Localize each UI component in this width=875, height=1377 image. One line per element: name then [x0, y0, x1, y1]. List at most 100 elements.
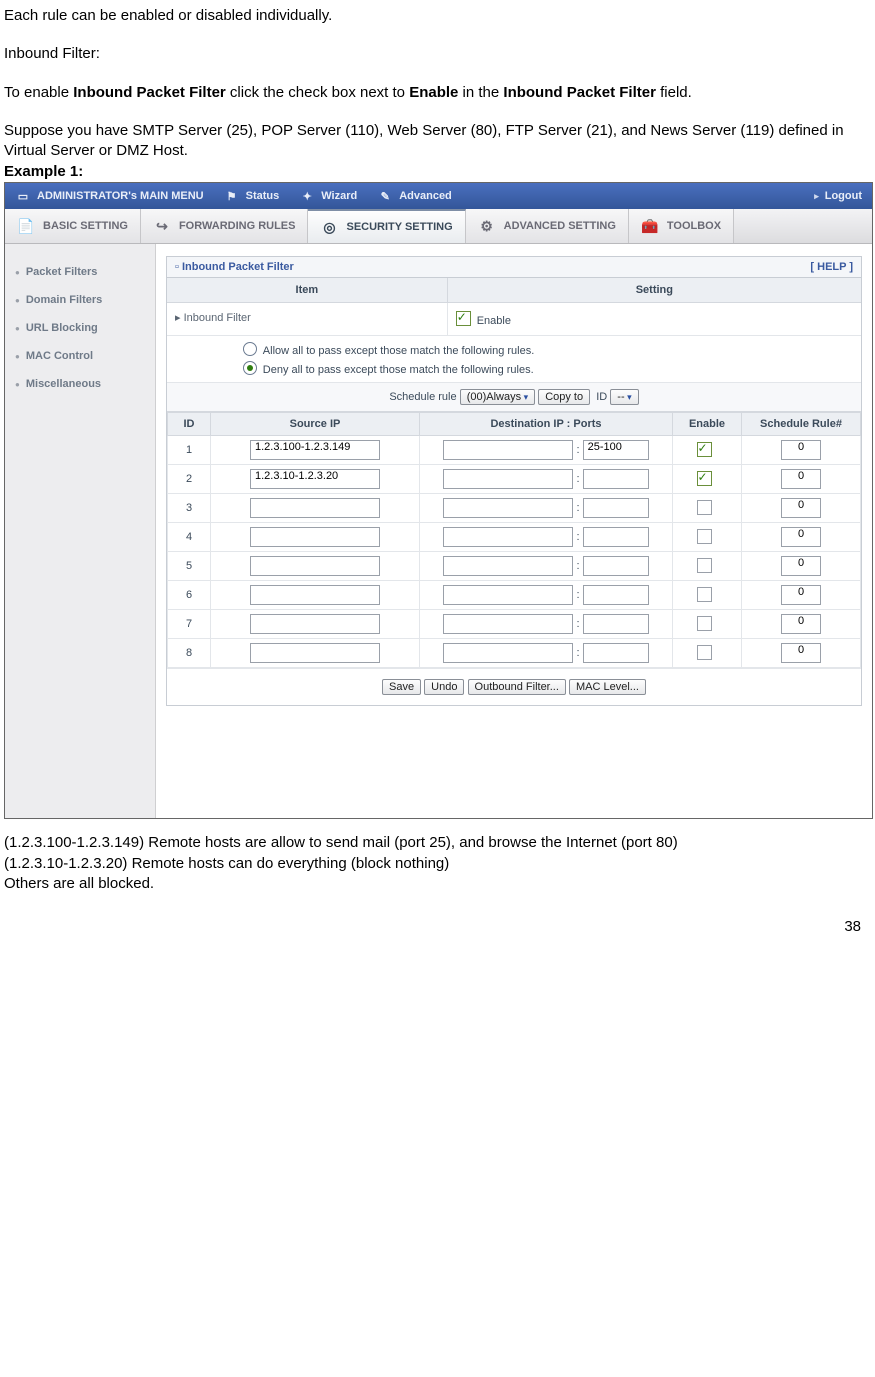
- main-menu-title: ▭ ADMINISTRATOR's MAIN MENU: [5, 190, 214, 203]
- para-enable-instructions: To enable Inbound Packet Filter click th…: [4, 83, 871, 103]
- dest-ip-input[interactable]: [443, 614, 573, 634]
- bullet-icon: ●: [15, 296, 20, 305]
- cell-id: 5: [168, 552, 211, 581]
- dest-ip-input[interactable]: [443, 440, 573, 460]
- row-enable-checkbox[interactable]: [697, 442, 712, 457]
- schedule-rule-input[interactable]: 0: [781, 556, 821, 576]
- para-range-1: (1.2.3.100-1.2.3.149) Remote hosts are a…: [4, 833, 871, 853]
- sidebar-item-packet-filters[interactable]: ●Packet Filters: [5, 258, 155, 286]
- para-inbound-filter-label: Inbound Filter:: [4, 44, 871, 64]
- router-admin-screenshot: ▭ ADMINISTRATOR's MAIN MENU ⚑ Status ✦ W…: [4, 182, 873, 819]
- tab-toolbox[interactable]: 🧰TOOLBOX: [629, 209, 734, 243]
- tab-forwarding-rules[interactable]: ↪FORWARDING RULES: [141, 209, 309, 243]
- menu-wizard[interactable]: ✦ Wizard: [289, 190, 367, 203]
- forward-icon: ↪: [153, 218, 171, 235]
- schedule-rule-input[interactable]: 0: [781, 469, 821, 489]
- row-enable-checkbox[interactable]: [697, 587, 712, 602]
- schedule-rule-input[interactable]: 0: [781, 440, 821, 460]
- copy-to-button[interactable]: Copy to: [538, 389, 590, 405]
- table-row: 8 : 0: [168, 639, 861, 668]
- sidebar-item-miscellaneous[interactable]: ●Miscellaneous: [5, 370, 155, 398]
- menu-advanced[interactable]: ✎ Advanced: [367, 190, 462, 203]
- table-row: 21.2.3.10-1.2.3.20 : 0: [168, 465, 861, 494]
- id-select[interactable]: --: [610, 389, 638, 405]
- dest-ip-input[interactable]: [443, 498, 573, 518]
- menu-logout[interactable]: ▸ Logout: [798, 190, 872, 202]
- ports-input[interactable]: [583, 527, 649, 547]
- toolbox-icon: 🧰: [641, 218, 659, 235]
- outbound-filter-button[interactable]: Outbound Filter...: [468, 679, 566, 695]
- source-ip-input[interactable]: [250, 498, 380, 518]
- rules-table: ID Source IP Destination IP : Ports Enab…: [167, 412, 861, 668]
- bullet-icon: ●: [15, 268, 20, 277]
- cell-id: 8: [168, 639, 211, 668]
- ports-input[interactable]: [583, 498, 649, 518]
- schedule-rule-input[interactable]: 0: [781, 527, 821, 547]
- id-label: ID: [596, 391, 607, 403]
- radio-allow-all[interactable]: [243, 342, 257, 356]
- schedule-rule-select[interactable]: (00)Always: [460, 389, 535, 405]
- ports-input[interactable]: [583, 614, 649, 634]
- enable-checkbox[interactable]: [456, 311, 471, 326]
- schedule-rule-input[interactable]: 0: [781, 498, 821, 518]
- para-range-2: (1.2.3.10-1.2.3.20) Remote hosts can do …: [4, 854, 871, 874]
- row-enable-checkbox[interactable]: [697, 529, 712, 544]
- cell-id: 1: [168, 436, 211, 465]
- dest-ip-input[interactable]: [443, 556, 573, 576]
- dest-ip-input[interactable]: [443, 585, 573, 605]
- row-enable-checkbox[interactable]: [697, 616, 712, 631]
- sidebar-item-domain-filters[interactable]: ●Domain Filters: [5, 286, 155, 314]
- security-icon: ◎: [320, 219, 338, 236]
- ports-input[interactable]: [583, 469, 649, 489]
- source-ip-input[interactable]: [250, 527, 380, 547]
- source-ip-input[interactable]: 1.2.3.100-1.2.3.149: [250, 440, 380, 460]
- table-row: 4 : 0: [168, 523, 861, 552]
- tab-security-setting[interactable]: ◎SECURITY SETTING: [308, 209, 465, 243]
- undo-button[interactable]: Undo: [424, 679, 464, 695]
- row-enable-checkbox[interactable]: [697, 558, 712, 573]
- source-ip-input[interactable]: 1.2.3.10-1.2.3.20: [250, 469, 380, 489]
- security-sidebar: ●Packet Filters ●Domain Filters ●URL Blo…: [5, 244, 156, 818]
- ports-input[interactable]: [583, 643, 649, 663]
- menu-status[interactable]: ⚑ Status: [214, 190, 290, 203]
- cell-id: 3: [168, 494, 211, 523]
- col-item: Item: [167, 278, 448, 302]
- table-row: 6 : 0: [168, 581, 861, 610]
- mac-level-button[interactable]: MAC Level...: [569, 679, 646, 695]
- row-enable-checkbox[interactable]: [697, 645, 712, 660]
- source-ip-input[interactable]: [250, 585, 380, 605]
- schedule-rule-input[interactable]: 0: [781, 614, 821, 634]
- dest-ip-input[interactable]: [443, 527, 573, 547]
- schedule-rule-input[interactable]: 0: [781, 585, 821, 605]
- cell-id: 2: [168, 465, 211, 494]
- help-link[interactable]: [ HELP ]: [810, 261, 853, 273]
- ports-input[interactable]: [583, 585, 649, 605]
- source-ip-input[interactable]: [250, 556, 380, 576]
- table-row: 7 : 0: [168, 610, 861, 639]
- radio-deny-all[interactable]: [243, 361, 257, 375]
- save-button[interactable]: Save: [382, 679, 421, 695]
- caret-right-icon: ▸: [814, 191, 819, 202]
- row-enable-checkbox[interactable]: [697, 471, 712, 486]
- window-icon: ▭: [15, 190, 31, 203]
- enable-label: Enable: [477, 315, 511, 327]
- status-icon: ⚑: [224, 190, 240, 203]
- ports-input[interactable]: [583, 556, 649, 576]
- ports-input[interactable]: 25-100: [583, 440, 649, 460]
- sidebar-item-mac-control[interactable]: ●MAC Control: [5, 342, 155, 370]
- dest-ip-input[interactable]: [443, 643, 573, 663]
- th-dest-ip-ports: Destination IP : Ports: [420, 413, 673, 436]
- dest-ip-input[interactable]: [443, 469, 573, 489]
- advanced-icon: ✎: [377, 190, 393, 203]
- sidebar-item-url-blocking[interactable]: ●URL Blocking: [5, 314, 155, 342]
- table-row: 3 : 0: [168, 494, 861, 523]
- th-schedule-rule-num: Schedule Rule#: [742, 413, 861, 436]
- source-ip-input[interactable]: [250, 614, 380, 634]
- tab-advanced-setting[interactable]: ⚙ADVANCED SETTING: [466, 209, 629, 243]
- source-ip-input[interactable]: [250, 643, 380, 663]
- row-enable-checkbox[interactable]: [697, 500, 712, 515]
- schedule-rule-label: Schedule rule: [389, 391, 456, 403]
- bullet-icon: ●: [15, 352, 20, 361]
- schedule-rule-input[interactable]: 0: [781, 643, 821, 663]
- tab-basic-setting[interactable]: 📄BASIC SETTING: [5, 209, 141, 243]
